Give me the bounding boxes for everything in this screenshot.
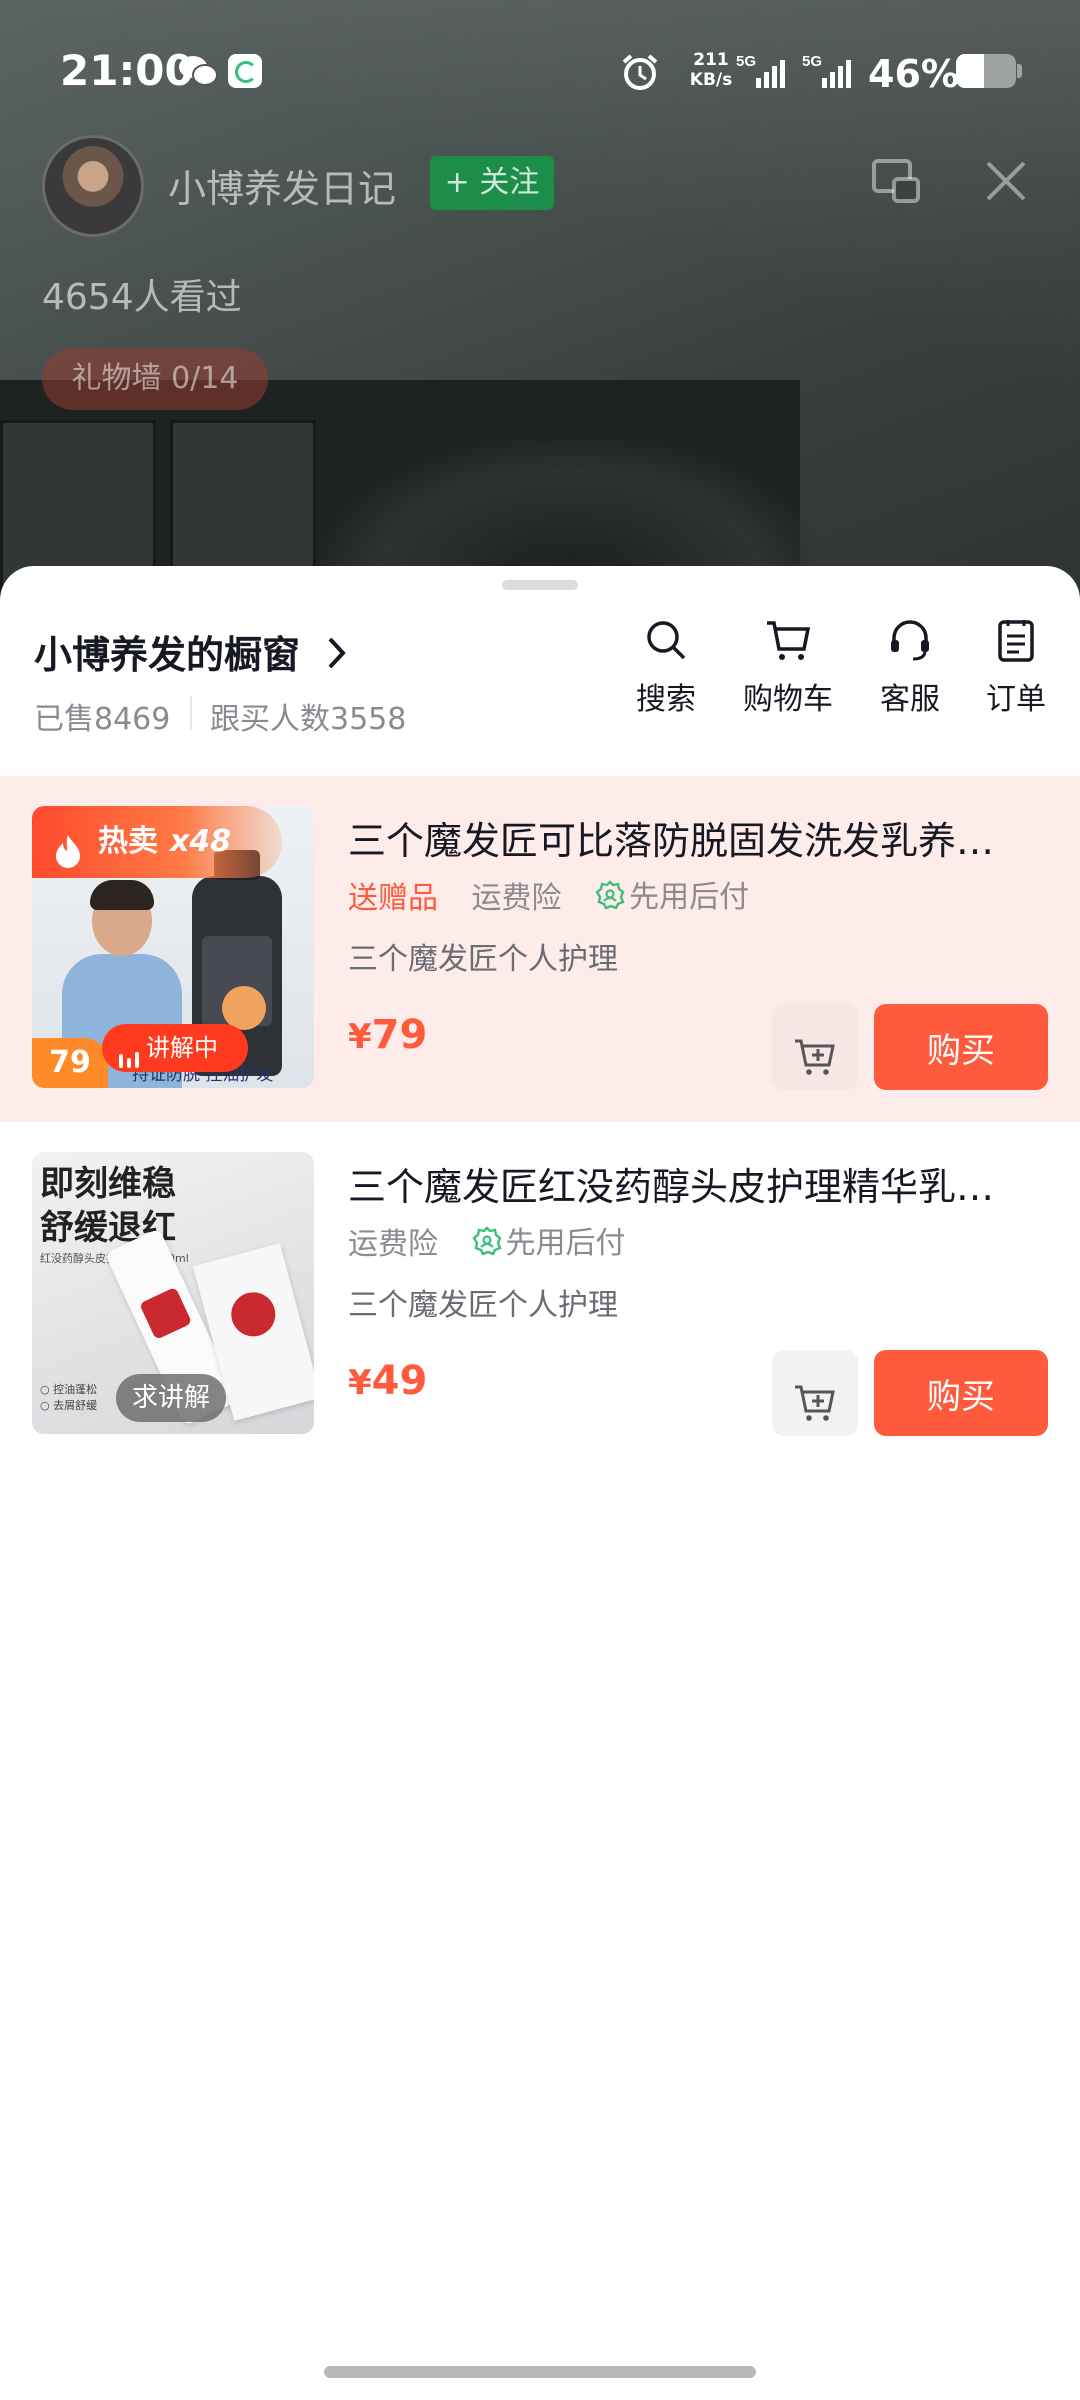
- add-cart-icon: [795, 1039, 835, 1075]
- request-explain-button[interactable]: 求讲解: [116, 1374, 226, 1422]
- follow-button[interactable]: + 关注: [430, 156, 554, 210]
- product-thumbnail[interactable]: 热卖 x48 持证防脱 控油护发 79 讲解中: [32, 806, 314, 1088]
- tool-cart[interactable]: 购物车: [728, 616, 848, 718]
- svg-text:5G: 5G: [736, 53, 756, 70]
- close-icon[interactable]: [980, 155, 1032, 211]
- pay-later-icon: [595, 879, 625, 918]
- tool-label: 搜索: [636, 682, 696, 717]
- tag-shipping-insurance: 运费险: [471, 880, 562, 916]
- tool-label: 购物车: [743, 682, 833, 717]
- tool-customer-service[interactable]: 客服: [850, 616, 970, 718]
- chevron-right-icon[interactable]: [326, 636, 348, 674]
- pip-icon[interactable]: [870, 155, 922, 211]
- product-shop-name: 三个魔发匠个人护理: [348, 1288, 618, 1323]
- explaining-badge: 讲解中: [102, 1024, 248, 1072]
- battery-percent: 46%: [868, 52, 959, 96]
- product-card[interactable]: 热卖 x48 持证防脱 控油护发 79 讲解中 三个魔发匠可比落防脱固发洗发乳养……: [0, 776, 1080, 1122]
- shop-sold-count: 已售8469: [34, 702, 171, 737]
- battery-icon: [956, 54, 1016, 88]
- product-tags: 送赠品 运费险 先用后付: [348, 872, 773, 918]
- product-title[interactable]: 三个魔发匠红没药醇头皮护理精华乳…: [348, 1156, 1048, 1211]
- tag-pay-later: 先用后付: [471, 1218, 626, 1264]
- svg-text:5G: 5G: [802, 53, 822, 70]
- product-price: ¥79: [348, 1012, 428, 1058]
- add-to-cart-button[interactable]: [772, 1004, 858, 1090]
- tool-label: 客服: [880, 682, 940, 717]
- shop-title[interactable]: 小博养发的橱窗: [34, 624, 300, 679]
- tool-label: 订单: [986, 682, 1046, 717]
- product-card[interactable]: 即刻维稳舒缓退红 红没药醇头皮护理精华乳60ml ○ 控油蓬松○ 去屑舒缓 求讲…: [0, 1122, 1080, 1468]
- app-icon: [228, 54, 262, 88]
- thumbnail-price: 79: [32, 1038, 108, 1088]
- product-price: ¥49: [348, 1358, 428, 1404]
- buy-button[interactable]: 购买: [874, 1004, 1048, 1090]
- product-title[interactable]: 三个魔发匠可比落防脱固发洗发乳养…: [348, 810, 1048, 865]
- home-indicator[interactable]: [324, 2366, 756, 2378]
- product-shop-name: 三个魔发匠个人护理: [348, 942, 618, 977]
- order-icon: [998, 620, 1034, 662]
- avatar[interactable]: [42, 135, 144, 237]
- tag-gift: 送赠品: [348, 880, 438, 916]
- divider: [190, 696, 192, 730]
- add-cart-icon: [795, 1385, 835, 1421]
- status-bar: 21:00 211 KB/s 5G 5G 46%: [0, 0, 1080, 140]
- gift-wall-button[interactable]: 礼物墙 0/14: [42, 348, 268, 410]
- sheet-drag-handle[interactable]: [502, 580, 578, 590]
- signal-icon: 5G: [736, 52, 792, 94]
- buy-button[interactable]: 购买: [874, 1350, 1048, 1436]
- streamer-name[interactable]: 小博养发日记: [168, 158, 396, 213]
- shop-followers-count: 跟买人数3558: [210, 702, 407, 737]
- signal-icon: 5G: [802, 52, 858, 94]
- tool-search[interactable]: 搜索: [606, 616, 726, 718]
- alarm-icon: [620, 52, 660, 96]
- thumbnail-bullets: ○ 控油蓬松 ○ 去屑舒缓: [40, 1383, 98, 1412]
- product-thumbnail[interactable]: 即刻维稳舒缓退红 红没药醇头皮护理精华乳60ml ○ 控油蓬松○ 去屑舒缓 求讲…: [32, 1152, 314, 1434]
- headset-icon: [891, 620, 929, 661]
- add-to-cart-button[interactable]: [772, 1350, 858, 1436]
- wechat-icon: [178, 54, 218, 92]
- hot-sale-badge: 热卖 x48: [32, 806, 282, 878]
- sound-wave-icon: [118, 1038, 140, 1086]
- product-tags: 运费险 先用后付: [348, 1218, 650, 1264]
- pay-later-icon: [471, 1225, 502, 1264]
- tag-pay-later: 先用后付: [595, 872, 749, 918]
- shop-window-sheet: 小博养发的橱窗 已售8469 跟买人数3558 搜索 购物车 客服 订单 热卖 …: [0, 566, 1080, 2400]
- viewer-count: 4654人看过: [42, 277, 242, 318]
- tag-shipping-insurance: 运费险: [348, 1226, 438, 1262]
- tool-orders[interactable]: 订单: [956, 616, 1076, 718]
- flame-icon: [52, 824, 84, 896]
- cart-icon: [767, 621, 811, 660]
- status-time: 21:00: [60, 46, 194, 95]
- search-icon: [647, 621, 686, 660]
